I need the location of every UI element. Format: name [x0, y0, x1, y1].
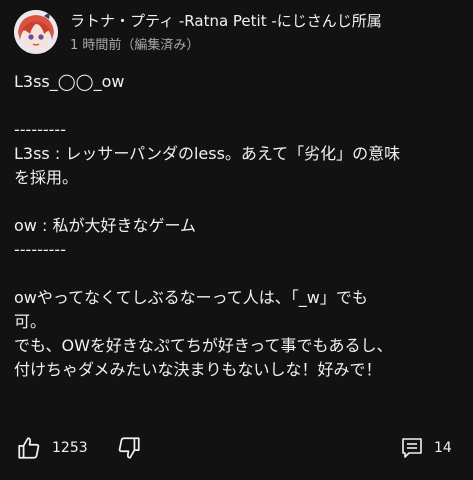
body-line: owやってなくてしぶるなーって人は、「_w」でも	[14, 288, 368, 307]
body-line: ---------	[14, 240, 66, 259]
body-line: 付けちゃダメみたいな決まりもないしな！好みで！	[14, 360, 382, 379]
body-line: L3ss : レッサーパンダのless。あえて「劣化」の意味	[14, 144, 401, 163]
action-bar: 1253 14	[0, 424, 473, 472]
body-line	[14, 94, 459, 118]
post-body: L3ss_◯◯_ow --------- L3ss : レッサーパンダのless…	[14, 70, 459, 382]
body-line	[14, 262, 459, 286]
dislike-button[interactable]	[116, 432, 142, 464]
body-line: でも、OWを好きなぷてちが好きって事でもあるし、	[14, 336, 393, 355]
community-post: ラトナ・プティ -Ratna Petit -にじさんじ所属 1 時間前（編集済み…	[0, 0, 473, 480]
body-line: 可。	[14, 312, 47, 331]
body-line: を採用。	[14, 168, 79, 187]
body-line	[14, 190, 459, 214]
reply-count: 14	[434, 440, 452, 456]
body-line: L3ss_◯◯_ow	[14, 72, 125, 91]
post-timestamp: 1 時間前（編集済み）	[70, 38, 200, 53]
reply-button[interactable]: 14	[400, 432, 452, 464]
body-line: ow : 私が大好きなゲーム	[14, 216, 196, 235]
like-button[interactable]: 1253	[16, 432, 88, 464]
thumbs-up-icon	[16, 435, 42, 461]
like-count: 1253	[52, 440, 88, 456]
comment-icon	[400, 436, 424, 460]
channel-avatar[interactable]	[14, 10, 58, 54]
body-line: ---------	[14, 120, 66, 139]
thumbs-down-icon	[116, 435, 142, 461]
post-header: ラトナ・プティ -Ratna Petit -にじさんじ所属 1 時間前（編集済み…	[14, 10, 464, 62]
author-name[interactable]: ラトナ・プティ -Ratna Petit -にじさんじ所属	[70, 10, 382, 32]
